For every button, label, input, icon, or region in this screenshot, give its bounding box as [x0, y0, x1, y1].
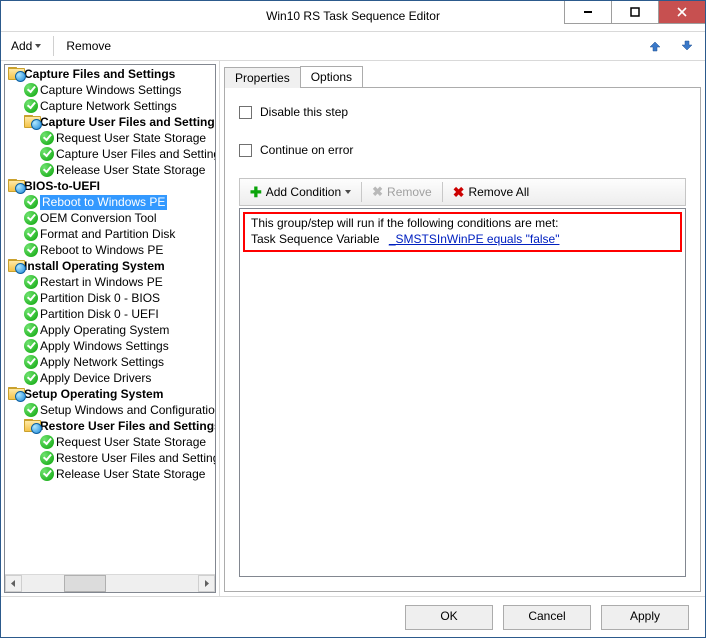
- tab-properties[interactable]: Properties: [224, 67, 301, 88]
- conditions-header: This group/step will run if the followin…: [249, 216, 676, 232]
- tab-options[interactable]: Options: [300, 66, 363, 87]
- tree-item[interactable]: Partition Disk 0 - BIOS: [7, 290, 215, 306]
- add-button[interactable]: Add: [5, 33, 47, 59]
- toolbar-separator: [442, 182, 443, 202]
- tree-item[interactable]: Apply Device Drivers: [7, 370, 215, 386]
- scroll-track[interactable]: [22, 575, 198, 592]
- remove-label: Remove: [66, 39, 111, 53]
- tree-item[interactable]: Partition Disk 0 - UEFI: [7, 306, 215, 322]
- condition-value-link[interactable]: _SMSTSInWinPE equals "false": [389, 232, 560, 246]
- tree-item[interactable]: Capture Windows Settings: [7, 82, 215, 98]
- tree-group-bios-uefi[interactable]: BIOS-to-UEFI: [7, 178, 215, 194]
- tree-item[interactable]: Setup Windows and Configuration: [7, 402, 215, 418]
- remove-button[interactable]: Remove: [60, 33, 117, 59]
- task-sequence-tree[interactable]: Capture Files and Settings Capture Windo…: [5, 65, 215, 574]
- cancel-button[interactable]: Cancel: [503, 605, 591, 630]
- move-down-button[interactable]: [673, 33, 701, 59]
- tree-item[interactable]: Apply Windows Settings: [7, 338, 215, 354]
- tree-item-selected[interactable]: Reboot to Windows PE: [7, 194, 215, 210]
- remove-all-conditions-button[interactable]: ✖ Remove All: [447, 181, 535, 203]
- tree-group-capture[interactable]: Capture Files and Settings: [7, 66, 215, 82]
- tree-group-capture-user[interactable]: Capture User Files and Settings: [7, 114, 215, 130]
- add-condition-button[interactable]: ✚ Add Condition: [244, 181, 357, 203]
- tree-group-restore-user[interactable]: Restore User Files and Settings: [7, 418, 215, 434]
- chevron-down-icon: [345, 190, 351, 194]
- tree-item[interactable]: Restore User Files and Settings: [7, 450, 215, 466]
- disable-step-checkbox[interactable]: [239, 106, 252, 119]
- tree-item[interactable]: Apply Network Settings: [7, 354, 215, 370]
- scroll-thumb[interactable]: [64, 575, 106, 592]
- apply-button[interactable]: Apply: [601, 605, 689, 630]
- horizontal-scrollbar[interactable]: [5, 574, 215, 592]
- close-button[interactable]: [658, 1, 705, 24]
- tree-item[interactable]: Request User State Storage: [7, 130, 215, 146]
- disable-step-label: Disable this step: [260, 105, 348, 119]
- add-label: Add: [11, 39, 32, 53]
- chevron-down-icon: [35, 44, 41, 48]
- tree-item[interactable]: Release User State Storage: [7, 466, 215, 482]
- tree-item[interactable]: OEM Conversion Tool: [7, 210, 215, 226]
- tree-item[interactable]: Reboot to Windows PE: [7, 242, 215, 258]
- conditions-list[interactable]: This group/step will run if the followin…: [239, 208, 686, 577]
- ok-button[interactable]: OK: [405, 605, 493, 630]
- x-icon: ✖: [372, 184, 383, 200]
- toolbar-separator: [361, 182, 362, 202]
- plus-icon: ✚: [250, 185, 262, 199]
- tree-item[interactable]: Release User State Storage: [7, 162, 215, 178]
- highlight-box: This group/step will run if the followin…: [243, 212, 682, 252]
- tree-group-install-os[interactable]: Install Operating System: [7, 258, 215, 274]
- tree-item[interactable]: Apply Operating System: [7, 322, 215, 338]
- x-icon: ✖: [453, 184, 465, 201]
- tree-item[interactable]: Capture Network Settings: [7, 98, 215, 114]
- scroll-right-arrow[interactable]: [198, 575, 215, 592]
- condition-type-label: Task Sequence Variable: [251, 232, 380, 246]
- condition-row[interactable]: Task Sequence Variable _SMSTSInWinPE equ…: [249, 232, 676, 246]
- maximize-button[interactable]: [611, 1, 658, 24]
- minimize-button[interactable]: [564, 1, 611, 24]
- tree-item[interactable]: Restart in Windows PE: [7, 274, 215, 290]
- tree-item[interactable]: Format and Partition Disk: [7, 226, 215, 242]
- move-up-button[interactable]: [641, 33, 669, 59]
- scroll-left-arrow[interactable]: [5, 575, 22, 592]
- toolbar-separator: [53, 36, 54, 56]
- remove-condition-button[interactable]: ✖ Remove: [366, 181, 438, 203]
- continue-on-error-checkbox[interactable]: [239, 144, 252, 157]
- tree-item[interactable]: Request User State Storage: [7, 434, 215, 450]
- tree-item[interactable]: Capture User Files and Settings: [7, 146, 215, 162]
- tree-group-setup-os[interactable]: Setup Operating System: [7, 386, 215, 402]
- continue-on-error-label: Continue on error: [260, 143, 353, 157]
